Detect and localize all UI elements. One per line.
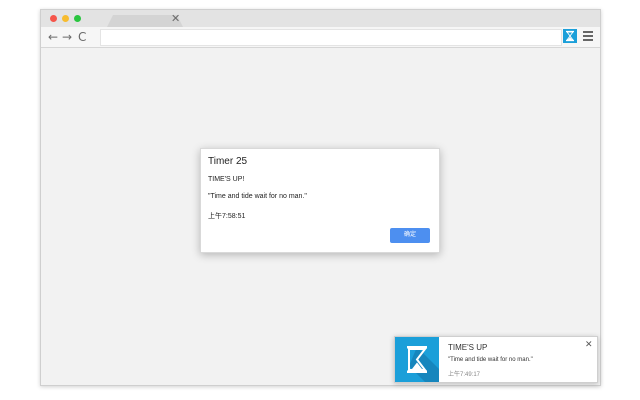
hourglass-icon xyxy=(395,337,439,382)
close-window-button[interactable] xyxy=(50,15,57,22)
ok-button[interactable]: 确定 xyxy=(390,228,430,243)
back-button[interactable]: ← xyxy=(48,29,58,45)
notification-title: TIME'S UP xyxy=(448,343,488,352)
title-bar: ✕ xyxy=(41,10,600,27)
dialog-quote: "Time and tide wait for no man." xyxy=(208,193,307,200)
close-icon[interactable]: ✕ xyxy=(585,341,593,350)
address-bar[interactable] xyxy=(100,29,562,46)
reload-button[interactable]: C xyxy=(78,29,86,45)
browser-window: ✕ ← → C Timer 25 TIME'S UP! "Time and ti… xyxy=(40,9,601,386)
notification-time: 上午7:49:17 xyxy=(448,372,481,378)
browser-toolbar: ← → C xyxy=(41,27,600,48)
tab-close-icon[interactable]: ✕ xyxy=(171,13,180,24)
dialog-timestamp: 上午7:58:51 xyxy=(208,213,246,220)
maximize-window-button[interactable] xyxy=(74,15,81,22)
forward-button[interactable]: → xyxy=(62,29,72,45)
hourglass-icon[interactable] xyxy=(563,29,577,43)
dialog-heading: TIME'S UP! xyxy=(208,176,245,183)
desktop-notification[interactable]: TIME'S UP "Time and tide wait for no man… xyxy=(394,336,598,383)
alert-dialog: Timer 25 TIME'S UP! "Time and tide wait … xyxy=(200,148,440,253)
notification-message: "Time and tide wait for no man." xyxy=(448,357,533,363)
hamburger-menu-icon[interactable] xyxy=(583,31,593,41)
dialog-title: Timer 25 xyxy=(208,156,248,167)
minimize-window-button[interactable] xyxy=(62,15,69,22)
